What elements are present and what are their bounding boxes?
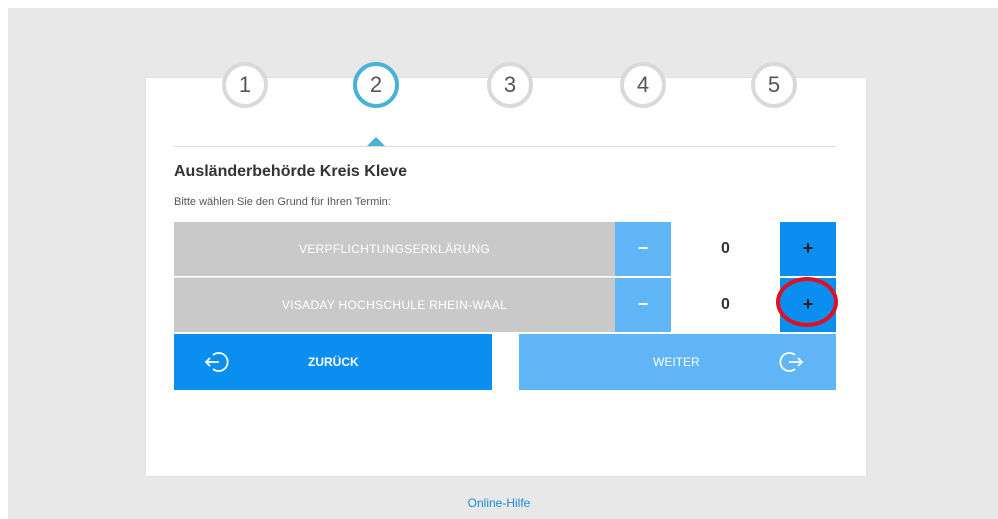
next-button[interactable]: WEITER bbox=[519, 334, 836, 390]
step-5[interactable]: 5 bbox=[751, 62, 797, 108]
back-button[interactable]: ZURÜCK bbox=[174, 334, 492, 390]
step-4[interactable]: 4 bbox=[620, 62, 666, 108]
step-1[interactable]: 1 bbox=[222, 62, 268, 108]
online-help-link[interactable]: Online-Hilfe bbox=[468, 496, 531, 510]
decrement-button[interactable]: − bbox=[615, 278, 671, 332]
arrow-right-circle-icon bbox=[779, 352, 804, 372]
section-subtitle: Bitte wählen Sie den Grund für Ihren Ter… bbox=[174, 196, 391, 208]
reason-label: VISADAY HOCHSCHULE RHEIN-WAAL bbox=[174, 278, 615, 332]
step-3[interactable]: 3 bbox=[487, 62, 533, 108]
section-title: Ausländerbehörde Kreis Kleve bbox=[174, 163, 407, 180]
quantity-value: 0 bbox=[671, 278, 780, 332]
help-link-container: Online-Hilfe bbox=[0, 496, 998, 510]
arrow-left-circle-icon bbox=[204, 352, 229, 372]
reason-row: VERPFLICHTUNGSERKLÄRUNG − 0 + bbox=[174, 222, 836, 276]
back-button-label: ZURÜCK bbox=[308, 355, 359, 369]
reason-row: VISADAY HOCHSCHULE RHEIN-WAAL − 0 + bbox=[174, 278, 836, 332]
highlight-circle-annotation bbox=[776, 277, 838, 327]
next-button-label: WEITER bbox=[653, 355, 700, 369]
decrement-button[interactable]: − bbox=[615, 222, 671, 276]
increment-button[interactable]: + bbox=[780, 222, 836, 276]
quantity-value: 0 bbox=[671, 222, 780, 276]
step-2-active[interactable]: 2 bbox=[353, 62, 399, 108]
step-divider bbox=[174, 146, 836, 147]
reason-label: VERPFLICHTUNGSERKLÄRUNG bbox=[174, 222, 615, 276]
active-step-pointer bbox=[367, 137, 385, 146]
